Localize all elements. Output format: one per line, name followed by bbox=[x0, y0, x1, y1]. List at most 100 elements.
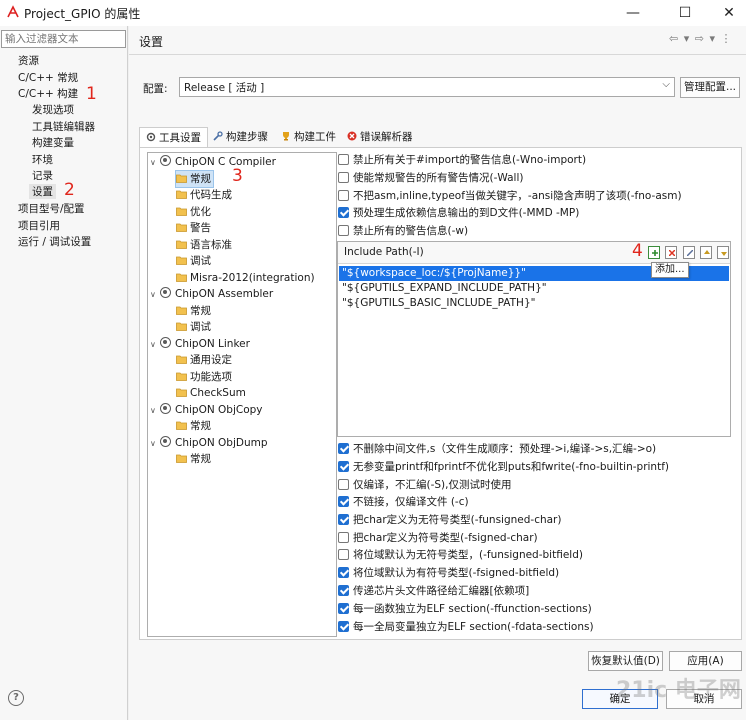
include-path-row[interactable]: "${GPUTILS_BASIC_INCLUDE_PATH}" bbox=[339, 296, 729, 311]
tree-item-linker-general[interactable]: 通用设定 bbox=[176, 352, 232, 368]
tab-build-steps[interactable]: 构建步骤 bbox=[207, 127, 274, 147]
header-divider bbox=[129, 54, 746, 55]
nav-item-logging[interactable]: 记录 bbox=[32, 168, 53, 183]
checkbox[interactable] bbox=[338, 567, 349, 578]
checkbox[interactable] bbox=[338, 514, 349, 525]
nav-item-run-debug[interactable]: 运行 / 调试设置 bbox=[18, 234, 91, 249]
expand-icon[interactable]: ∨ bbox=[150, 403, 160, 419]
checkbox[interactable] bbox=[338, 621, 349, 632]
option-signed-bitfield[interactable]: 将位域默认为有符号类型(-fsigned-bitfield) bbox=[338, 565, 559, 581]
nav-item-project-model[interactable]: 项目型号/配置 bbox=[18, 201, 85, 216]
option-signed-char[interactable]: 把char定义为符号类型(-fsigned-char) bbox=[338, 530, 538, 546]
folder-icon bbox=[176, 174, 187, 183]
nav-item-cpp-build[interactable]: C/C++ 构建 bbox=[18, 86, 78, 101]
tree-item-misra[interactable]: Misra-2012(integration) bbox=[176, 270, 315, 286]
history-nav-icon[interactable]: ⇦ ▾ ⇨ ▾ ⋮ bbox=[669, 32, 732, 45]
tree-item-assembler-debug[interactable]: 调试 bbox=[176, 319, 211, 335]
option-function-sections[interactable]: 每一函数独立为ELF section(-ffunction-sections) bbox=[338, 601, 592, 617]
checkbox[interactable] bbox=[338, 585, 349, 596]
tree-item-warnings[interactable]: 警告 bbox=[176, 220, 211, 236]
option-label: 每一函数独立为ELF section(-ffunction-sections) bbox=[353, 603, 592, 615]
option-wall[interactable]: 使能常规警告的所有警告情况(-Wall) bbox=[338, 170, 523, 186]
option-save-temps[interactable]: 不删除中间文件,s（文件生成顺序：预处理->i,编译->s,汇编->o) bbox=[338, 441, 656, 457]
option-no-builtin-printf[interactable]: 无参变量printf和fprintf不优化到puts和fwrite(-fno-b… bbox=[338, 459, 669, 475]
close-button[interactable]: ✕ bbox=[714, 3, 744, 23]
checkbox[interactable] bbox=[338, 154, 349, 165]
checkbox[interactable] bbox=[338, 496, 349, 507]
option-label: 使能常规警告的所有警告情况(-Wall) bbox=[353, 172, 524, 184]
nav-item-project-references[interactable]: 项目引用 bbox=[18, 218, 60, 233]
tree-item-compiler-debug[interactable]: 调试 bbox=[176, 253, 211, 269]
option-no-import[interactable]: 禁止所有关于#import的警告信息(-Wno-import) bbox=[338, 152, 586, 168]
tree-node-c-compiler[interactable]: ∨ ChipON C Compiler bbox=[150, 154, 276, 170]
include-path-row[interactable]: "${GPUTILS_EXPAND_INCLUDE_PATH}" bbox=[339, 281, 729, 296]
tree-item-objdump-general[interactable]: 常规 bbox=[176, 451, 211, 467]
tree-node-objcopy[interactable]: ∨ ChipON ObjCopy bbox=[150, 402, 263, 418]
nav-item-resource[interactable]: 资源 bbox=[18, 53, 39, 68]
filter-input[interactable] bbox=[1, 30, 126, 48]
option-mmd[interactable]: 预处理生成依赖信息输出的到D文件(-MMD -MP) bbox=[338, 205, 579, 221]
checkbox[interactable] bbox=[338, 479, 349, 490]
window-title: Project_GPIO 的属性 bbox=[24, 7, 141, 21]
tree-node-objdump[interactable]: ∨ ChipON ObjDump bbox=[150, 435, 268, 451]
checkbox[interactable] bbox=[338, 225, 349, 236]
add-path-icon[interactable] bbox=[648, 246, 660, 259]
option-compile-only-S[interactable]: 仅编译，不汇编(-S),仅测试时使用 bbox=[338, 477, 511, 493]
option-label: 预处理生成依赖信息输出的到D文件(-MMD -MP) bbox=[353, 207, 580, 219]
tab-build-artifact[interactable]: 构建工件 bbox=[275, 127, 342, 147]
checkbox[interactable] bbox=[338, 443, 349, 454]
option-data-sections[interactable]: 每一全局变量独立为ELF section(-fdata-sections) bbox=[338, 619, 594, 635]
tree-item-code-gen[interactable]: 代码生成 bbox=[176, 187, 232, 203]
checkbox[interactable] bbox=[338, 461, 349, 472]
tree-node-linker[interactable]: ∨ ChipON Linker bbox=[150, 336, 250, 352]
nav-item-toolchain-editor[interactable]: 工具链编辑器 bbox=[32, 119, 95, 134]
help-icon[interactable]: ? bbox=[8, 690, 24, 706]
checkbox[interactable] bbox=[338, 207, 349, 218]
tree-item-checksum[interactable]: CheckSum bbox=[176, 385, 246, 401]
checkbox[interactable] bbox=[338, 172, 349, 183]
apply-button[interactable]: 应用(A) bbox=[669, 651, 742, 671]
tab-tool-settings[interactable]: 工具设置 bbox=[139, 127, 208, 147]
option-fno-asm[interactable]: 不把asm,inline,typeof当做关键字，-ansi隐含声明了该项(-f… bbox=[338, 188, 682, 204]
tree-item-compiler-general[interactable]: 常规 bbox=[175, 170, 214, 188]
restore-defaults-button[interactable]: 恢复默认值(D) bbox=[588, 651, 663, 671]
option-chip-header-path[interactable]: 传递芯片头文件路径给汇编器[依赖项] bbox=[338, 583, 529, 599]
move-down-icon[interactable] bbox=[717, 246, 729, 259]
include-path-header: Include Path(-I) bbox=[338, 242, 730, 264]
delete-path-icon[interactable] bbox=[665, 246, 677, 259]
manage-config-button[interactable]: 管理配置... bbox=[680, 77, 740, 98]
tool-icon bbox=[160, 287, 171, 298]
option-no-warnings[interactable]: 禁止所有的警告信息(-w) bbox=[338, 223, 468, 239]
checkbox[interactable] bbox=[338, 603, 349, 614]
minimize-button[interactable]: — bbox=[618, 3, 648, 23]
option-no-link-c[interactable]: 不链接，仅编译文件 (-c) bbox=[338, 494, 469, 510]
nav-item-discovery[interactable]: 发现选项 bbox=[32, 102, 74, 117]
nav-item-build-variables[interactable]: 构建变量 bbox=[32, 135, 74, 150]
tree-item-assembler-general[interactable]: 常规 bbox=[176, 303, 211, 319]
nav-item-environment[interactable]: 环境 bbox=[32, 152, 53, 167]
annotation-marker-1: 1 bbox=[86, 84, 97, 104]
move-up-icon[interactable] bbox=[700, 246, 712, 259]
checkbox[interactable] bbox=[338, 532, 349, 543]
option-unsigned-char[interactable]: 把char定义为无符号类型(-funsigned-char) bbox=[338, 512, 561, 528]
expand-icon[interactable]: ∨ bbox=[150, 337, 160, 353]
tree-item-linker-features[interactable]: 功能选项 bbox=[176, 369, 232, 385]
expand-icon[interactable]: ∨ bbox=[150, 155, 160, 171]
expand-icon[interactable]: ∨ bbox=[150, 436, 160, 452]
tree-item-optimize[interactable]: 优化 bbox=[176, 204, 211, 220]
tree-item-objcopy-general[interactable]: 常规 bbox=[176, 418, 211, 434]
option-unsigned-bitfield[interactable]: 将位域默认为无符号类型，(-funsigned-bitfield) bbox=[338, 547, 583, 563]
tree-item-language-std[interactable]: 语言标准 bbox=[176, 237, 232, 253]
tab-error-parsers[interactable]: 错误解析器 bbox=[341, 127, 419, 147]
checkbox[interactable] bbox=[338, 190, 349, 201]
folder-icon bbox=[176, 207, 187, 216]
maximize-button[interactable]: ☐ bbox=[670, 3, 700, 23]
chevron-down-icon: ⌵ bbox=[662, 79, 670, 90]
tree-node-assembler[interactable]: ∨ ChipON Assembler bbox=[150, 286, 273, 302]
edit-path-icon[interactable] bbox=[683, 246, 695, 259]
config-select[interactable]: Release [ 活动 ] ⌵ bbox=[179, 77, 675, 97]
checkbox[interactable] bbox=[338, 549, 349, 560]
nav-item-cpp-general[interactable]: C/C++ 常规 bbox=[18, 70, 78, 85]
nav-item-settings[interactable]: 设置 bbox=[29, 184, 56, 199]
expand-icon[interactable]: ∨ bbox=[150, 287, 160, 303]
